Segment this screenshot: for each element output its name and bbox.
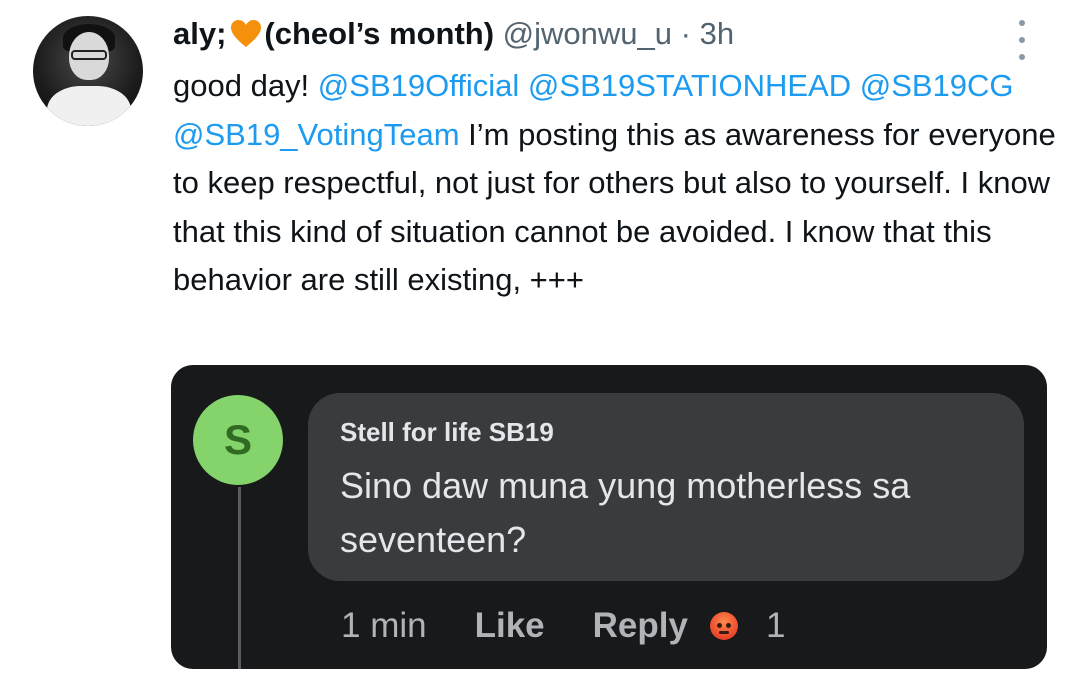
angry-reaction-icon xyxy=(709,612,738,640)
reaction-count: 1 xyxy=(765,606,786,645)
mention-link[interactable]: @SB19STATIONHEAD xyxy=(528,68,851,103)
comment-like: Like xyxy=(474,606,545,645)
comment-author: Stell for life SB19 xyxy=(340,417,554,447)
comment-time: 1 min xyxy=(341,606,427,645)
tweet-time[interactable]: 3h xyxy=(700,16,734,51)
tweet-text: good day! @SB19Official @SB19STATIONHEAD… xyxy=(173,62,1058,305)
mention-link[interactable]: @SB19_VotingTeam xyxy=(173,117,460,152)
mention-link[interactable]: @SB19Official xyxy=(318,68,520,103)
comment-reply: Reply xyxy=(592,606,688,645)
tweet-header: aly; (cheol’s month) @jwonwu_u · 3h xyxy=(173,14,734,59)
text-start: good day! xyxy=(173,68,310,103)
attached-image[interactable]: S Stell for life SB19 Sino daw muna yung… xyxy=(171,365,1047,669)
user-handle[interactable]: @jwonwu_u xyxy=(503,16,672,51)
separator-dot: · xyxy=(680,16,691,51)
more-options-icon[interactable] xyxy=(1012,20,1032,60)
comment-actions: 1 min Like Reply 1 xyxy=(341,601,785,651)
commenter-avatar: S xyxy=(193,395,283,485)
comment-bubble: Stell for life SB19 Sino daw muna yung m… xyxy=(308,393,1024,581)
comment-text: Sino daw muna yung motherless sa sevente… xyxy=(340,465,911,560)
avatar-glasses xyxy=(71,50,107,60)
orange-heart-icon xyxy=(230,19,262,59)
user-avatar[interactable] xyxy=(33,16,143,126)
display-name-prefix: aly; xyxy=(173,16,227,51)
avatar-body xyxy=(47,86,131,126)
display-name[interactable]: aly; (cheol’s month) xyxy=(173,16,494,51)
mention-link[interactable]: @SB19CG xyxy=(860,68,1014,103)
thread-line xyxy=(238,487,241,669)
display-name-suffix: (cheol’s month) xyxy=(264,16,495,51)
